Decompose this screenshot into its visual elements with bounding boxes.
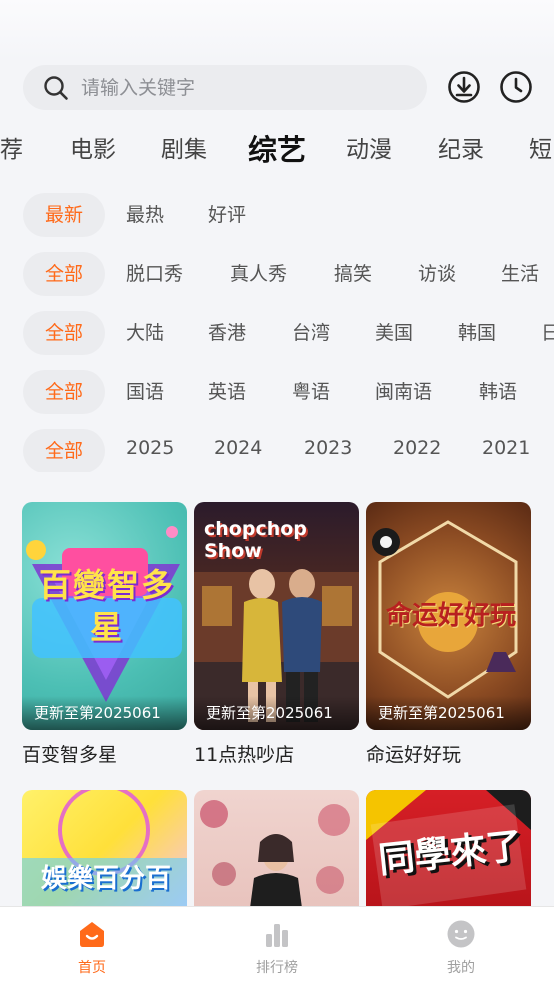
update-label: 更新至第2025061 [194,696,359,730]
filter-row-language: 全部 国语 英语 粤语 闽南语 韩语 [0,370,554,414]
profile-icon [447,920,475,948]
filter-chip[interactable]: 韩国 [458,311,496,355]
search-input[interactable] [81,76,401,99]
filter-chip[interactable]: 大陆 [126,311,164,355]
show-card[interactable]: 命运好好玩 更新至第2025061 命运好好玩 [366,502,531,767]
tab-series[interactable]: 剧集 [161,128,207,172]
search-icon [44,75,68,100]
filter-chip[interactable]: 全部 [23,311,105,355]
update-label: 更新至第2025061 [22,696,187,730]
category-tabs: 荐 电影 剧集 综艺 动漫 纪录 短 [0,128,554,176]
filter-chip[interactable]: 粤语 [292,370,330,414]
history-icon[interactable] [499,70,533,104]
filter-chip[interactable]: 全部 [23,370,105,414]
download-icon[interactable] [447,70,481,104]
show-poster[interactable]: 同學來了 [366,790,531,908]
chart-icon [266,924,288,947]
show-poster[interactable] [194,790,359,908]
filter-chip[interactable]: 2021 [482,428,530,470]
filter-chip[interactable]: 美国 [375,311,413,355]
tab-short[interactable]: 短 [529,128,552,172]
filter-row-year: 全部 2025 2024 2023 2022 2021 [0,428,554,472]
filter-chip[interactable]: 韩语 [479,370,517,414]
show-card[interactable]: chopchop Show 更新至第2025061 11点热吵店 [194,502,359,767]
nav-ranking[interactable]: 排行榜 [217,907,337,977]
filter-chip[interactable]: 2023 [304,428,352,470]
tab-recommend[interactable]: 荐 [0,128,23,172]
filter-chip[interactable]: 2025 [126,428,174,470]
update-label: 更新至第2025061 [366,696,531,730]
show-title[interactable]: 命运好好玩 [366,740,531,767]
show-card[interactable]: 娛樂百分百 [22,790,187,908]
filter-chip[interactable]: 好评 [208,193,246,237]
tab-variety[interactable]: 综艺 [248,128,306,172]
filter-chip[interactable]: 日 [541,311,554,355]
filter-chip[interactable]: 全部 [23,252,105,296]
show-card[interactable]: 百變智多星 更新至第2025061 百变智多星 [22,502,187,767]
nav-profile[interactable]: 我的 [401,907,521,977]
filter-chip[interactable]: 英语 [208,370,246,414]
filter-row-sort: 最新 最热 好评 [0,193,554,237]
nav-label: 我的 [447,960,475,976]
filter-chip[interactable]: 生活 [501,252,539,296]
tab-anime[interactable]: 动漫 [346,128,392,172]
show-title[interactable]: 百变智多星 [22,740,187,767]
filter-chip[interactable]: 2022 [393,428,441,470]
poster-title-text: 百變智多星 [38,566,175,646]
filter-chip[interactable]: 2024 [214,428,262,470]
filter-chip[interactable]: 访谈 [418,252,456,296]
filter-chip[interactable]: 国语 [126,370,164,414]
home-icon [80,922,104,947]
filter-chip[interactable]: 脱口秀 [126,252,183,296]
filter-chip[interactable]: 台湾 [292,311,330,355]
tab-movie[interactable]: 电影 [70,128,116,172]
show-poster[interactable]: 百變智多星 更新至第2025061 [22,502,187,730]
show-poster[interactable]: 娛樂百分百 [22,790,187,908]
filter-row-region: 全部 大陆 香港 台湾 美国 韩国 日 [0,311,554,355]
nav-home[interactable]: 首页 [32,907,152,977]
tab-documentary[interactable]: 纪录 [438,128,484,172]
filter-chip[interactable]: 闽南语 [375,370,432,414]
filter-chip[interactable]: 香港 [208,311,246,355]
poster-art [200,800,350,908]
filter-chip[interactable]: 全部 [23,429,105,472]
filter-chip[interactable]: 最热 [126,193,164,237]
nav-label: 排行榜 [256,960,298,976]
show-card[interactable]: 同學來了 [366,790,531,908]
show-poster[interactable]: chopchop Show 更新至第2025061 [194,502,359,730]
filter-chip[interactable]: 搞笑 [334,252,372,296]
nav-label: 首页 [78,960,106,976]
filter-row-type: 全部 脱口秀 真人秀 搞笑 访谈 生活 [0,252,554,296]
filter-chip[interactable]: 真人秀 [230,252,287,296]
show-title[interactable]: 11点热吵店 [194,740,359,767]
poster-title-text: 娛樂百分百 [40,864,171,894]
poster-title-text: 命运好好玩 [385,601,516,631]
poster-title-text: chopchop Show [204,518,307,562]
show-card[interactable] [194,790,359,908]
status-bar-area [0,0,554,60]
filter-chip[interactable]: 最新 [23,193,105,237]
search-bar[interactable] [23,65,427,110]
show-poster[interactable]: 命运好好玩 更新至第2025061 [366,502,531,730]
bottom-navigation: 首页 排行榜 我的 [0,906,554,985]
